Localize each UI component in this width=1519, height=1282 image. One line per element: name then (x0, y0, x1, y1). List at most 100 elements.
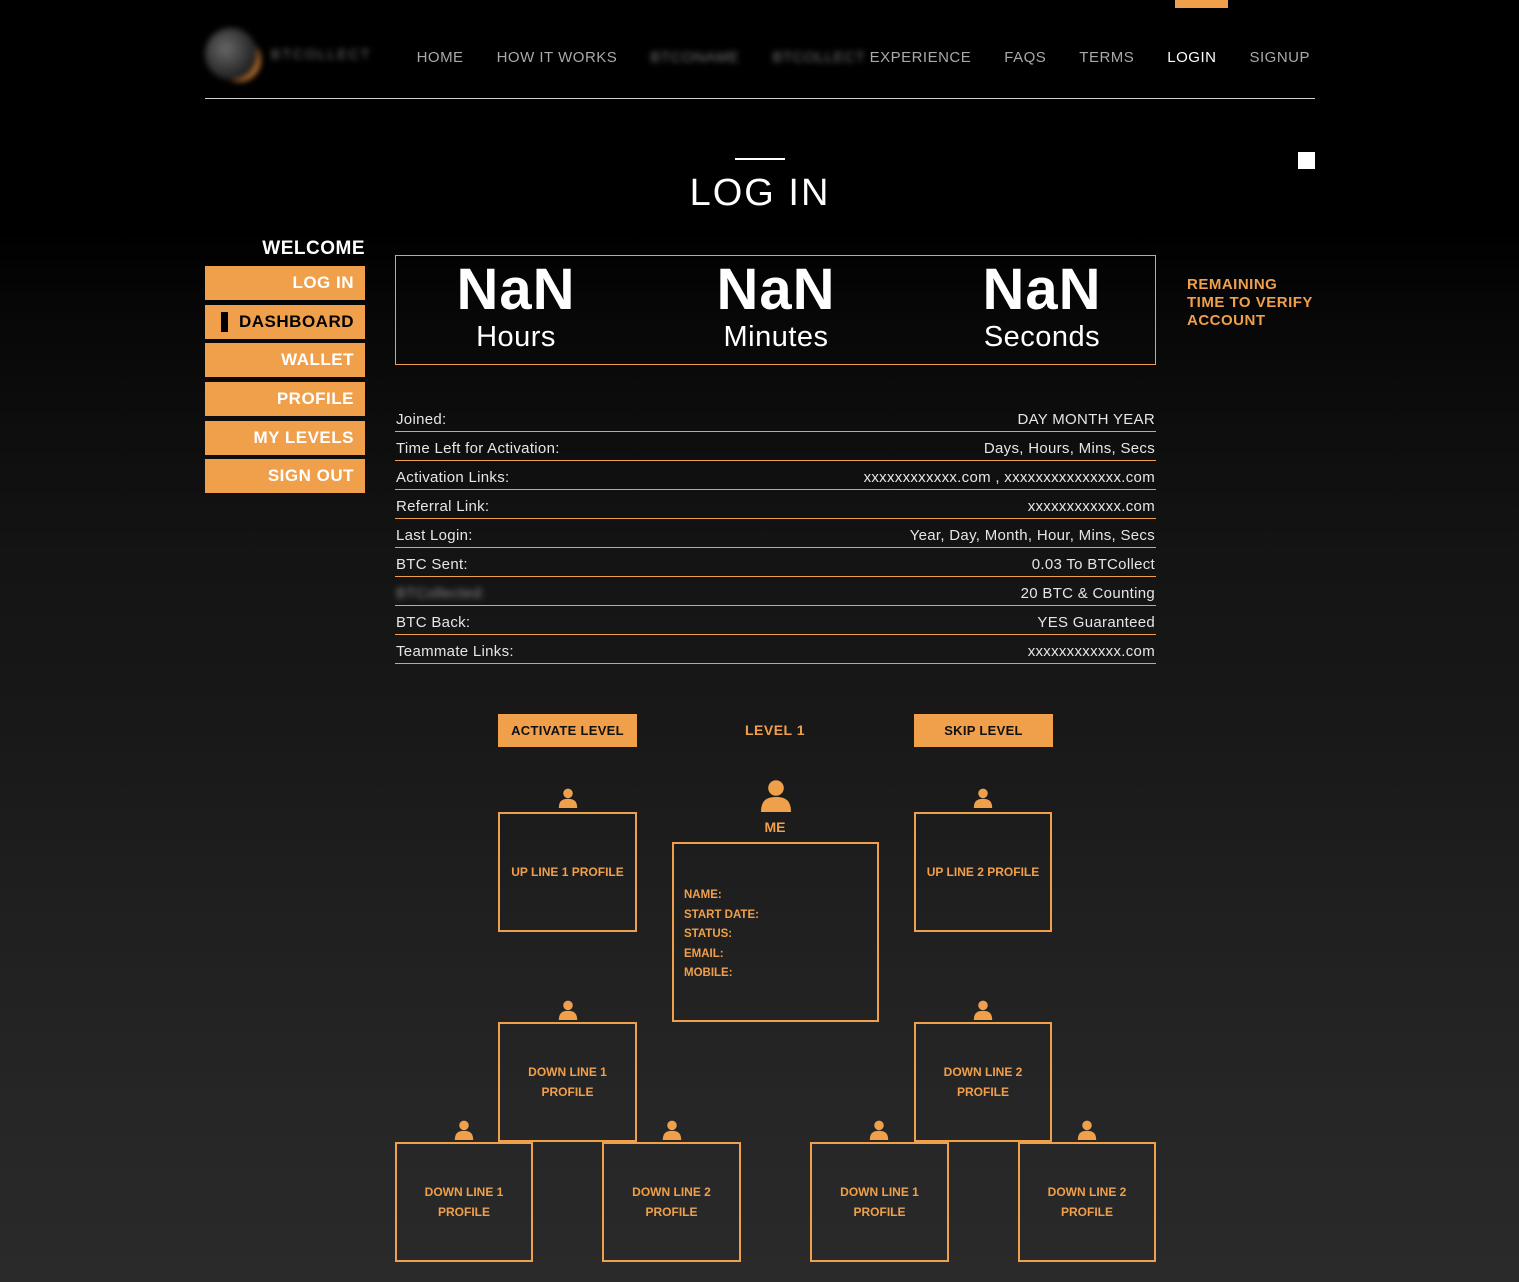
person-icon (557, 786, 579, 808)
down-line-2-profile[interactable]: DOWN LINE 2 PROFILE (602, 1142, 741, 1262)
nav-login[interactable]: LOGIN (1167, 49, 1216, 66)
sidebar-item-label: WALLET (281, 350, 354, 369)
box-label: UP LINE 1 PROFILE (511, 865, 624, 879)
row-value[interactable]: xxxxxxxxxxxx.com (1028, 498, 1156, 515)
person-icon (868, 1118, 890, 1140)
level-title: LEVEL 1 (744, 722, 806, 738)
table-row: Last Login: Year, Day, Month, Hour, Mins,… (395, 519, 1156, 548)
skip-level-button[interactable]: SKIP LEVEL (914, 714, 1053, 747)
box-label: DOWN LINE 1 PROFILE (840, 1185, 919, 1219)
sidebar-item-label: MY LEVELS (253, 428, 354, 447)
me-field-name: NAME: (684, 889, 722, 901)
row-value[interactable]: xxxxxxxxxxxx.com , xxxxxxxxxxxxxxx.com (864, 469, 1156, 486)
person-icon (972, 786, 994, 808)
sidebar-item-label: DASHBOARD (239, 312, 354, 331)
sidebar-item-label: LOG IN (292, 273, 354, 292)
up-line-2-profile[interactable]: UP LINE 2 PROFILE (914, 812, 1052, 932)
activate-level-button[interactable]: ACTIVATE LEVEL (498, 714, 637, 747)
welcome-heading: WELCOME (262, 238, 365, 259)
table-row: Referral Link: xxxxxxxxxxxx.com (395, 490, 1156, 519)
down-line-2-profile[interactable]: DOWN LINE 2 PROFILE (914, 1022, 1052, 1142)
down-line-1-profile[interactable]: DOWN LINE 1 PROFILE (498, 1022, 637, 1142)
person-icon (557, 998, 579, 1020)
nav-blurred-label: BTCONAME (650, 49, 740, 66)
sidebar-item-profile[interactable]: PROFILE (205, 382, 365, 416)
countdown-hours: NaN Hours (396, 256, 636, 353)
sidebar-item-dashboard[interactable]: DASHBOARD (205, 305, 365, 339)
active-marker (221, 312, 228, 332)
down-line-2-profile[interactable]: DOWN LINE 2 PROFILE (1018, 1142, 1156, 1262)
person-icon (972, 998, 994, 1020)
up-line-1-profile[interactable]: UP LINE 1 PROFILE (498, 812, 637, 932)
me-field-start-date: START DATE: (684, 908, 759, 921)
box-label: DOWN LINE 2 PROFILE (1047, 1185, 1127, 1219)
me-profile-card: NAME: START DATE: STATUS: EMAIL: MOBILE: (672, 842, 879, 1022)
header-divider (205, 98, 1315, 99)
table-row: Time Left for Activation: Days, Hours, Mi… (395, 432, 1156, 461)
logo[interactable]: BTCOLLECT (205, 28, 395, 80)
row-value: Year, Day, Month, Hour, Mins, Secs (909, 527, 1155, 544)
table-row: BTCollected: 20 BTC & Counting (395, 577, 1156, 606)
corner-square-button[interactable] (1298, 152, 1315, 169)
box-label: DOWN LINE 2 PROFILE (943, 1065, 1023, 1099)
minutes-label: Minutes (723, 321, 829, 353)
row-key: Last Login: (396, 527, 473, 544)
nav-terms[interactable]: TERMS (1079, 49, 1134, 66)
row-value: DAY MONTH YEAR (1017, 411, 1155, 428)
down-line-1-profile[interactable]: DOWN LINE 1 PROFILE (395, 1142, 533, 1262)
row-key: BTC Back: (396, 614, 471, 631)
person-icon (661, 1118, 683, 1140)
row-key: Activation Links: (396, 469, 510, 486)
row-key: Referral Link: (396, 498, 490, 515)
minutes-value: NaN (716, 257, 836, 322)
person-icon (453, 1118, 475, 1140)
row-key: Joined: (396, 411, 447, 428)
seconds-value: NaN (982, 257, 1102, 322)
seconds-label: Seconds (983, 321, 1101, 353)
account-info-table: Joined: DAY MONTH YEAR Time Left for Acti… (395, 403, 1156, 664)
box-label: DOWN LINE 1 PROFILE (528, 1065, 607, 1099)
table-row: BTC Sent: 0.03 To BTCollect (395, 548, 1156, 577)
sidebar-item-label: PROFILE (276, 389, 354, 408)
countdown-seconds: NaN Seconds (922, 256, 1162, 353)
page-title: LOG IN (689, 172, 831, 214)
table-row: Joined: DAY MONTH YEAR (395, 403, 1156, 432)
sidebar-item-log-in[interactable]: LOG IN (205, 266, 365, 300)
me-field-mobile: MOBILE: (684, 967, 733, 980)
sidebar-item-sign-out[interactable]: SIGN OUT (205, 459, 365, 493)
sidebar-item-my-levels[interactable]: MY LEVELS (205, 421, 365, 455)
nav-experience[interactable]: BTCOLLECT EXPERIENCE (772, 49, 971, 66)
logo-text: BTCOLLECT (271, 46, 372, 62)
row-value: 20 BTC & Counting (1020, 585, 1155, 602)
me-label: ME (764, 819, 786, 835)
top-accent-bar (1175, 0, 1228, 8)
nav-how-it-works[interactable]: HOW IT WORKS (497, 49, 618, 66)
box-label: DOWN LINE 2 PROFILE (632, 1185, 711, 1219)
row-key: Time Left for Activation: (396, 440, 560, 457)
row-key: BTCollected: (396, 585, 486, 602)
table-row: Teammate Links: xxxxxxxxxxxx.com (395, 635, 1156, 664)
logo-icon (205, 28, 257, 80)
me-person-icon (758, 776, 794, 812)
nav-blurred-item[interactable]: BTCONAME (650, 49, 739, 66)
countdown-minutes: NaN Minutes (656, 256, 896, 353)
down-line-1-profile[interactable]: DOWN LINE 1 PROFILE (810, 1142, 949, 1262)
row-value: Days, Hours, Mins, Secs (983, 440, 1155, 457)
row-value[interactable]: xxxxxxxxxxxx.com (1028, 643, 1156, 660)
nav-home[interactable]: HOME (417, 49, 464, 66)
remaining-time-note: REMAINING TIME TO VERIFY ACCOUNT (1187, 276, 1313, 329)
nav-experience-blurred-prefix: BTCOLLECT (772, 49, 865, 66)
table-row: Activation Links: xxxxxxxxxxxx.com , xxxx… (395, 461, 1156, 490)
title-decoration (735, 158, 785, 160)
row-key: BTC Sent: (396, 556, 468, 573)
nav-signup[interactable]: SIGNUP (1249, 49, 1310, 66)
me-field-status: STATUS: (684, 928, 733, 941)
person-icon (1076, 1118, 1098, 1140)
main-nav: HOME HOW IT WORKS BTCONAME BTCOLLECT EXP… (384, 49, 1310, 66)
row-key: Teammate Links: (396, 643, 514, 660)
me-fields: NAME: START DATE: STATUS: EMAIL: MOBILE: (684, 886, 759, 984)
sidebar-item-wallet[interactable]: WALLET (205, 343, 365, 377)
hours-value: NaN (456, 257, 576, 322)
nav-faqs[interactable]: FAQS (1004, 49, 1046, 66)
nav-experience-label: EXPERIENCE (869, 49, 972, 66)
